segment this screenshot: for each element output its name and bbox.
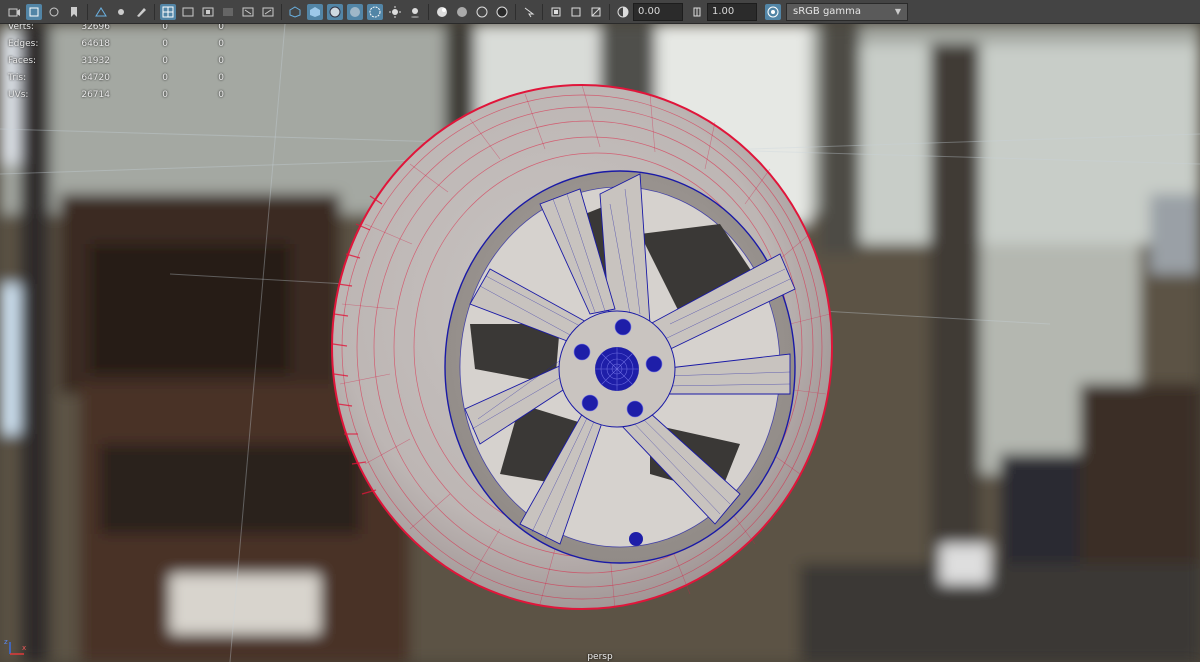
hud-value: 0 xyxy=(162,56,168,66)
hud-label: Faces: xyxy=(8,56,37,66)
hud-label: UVs: xyxy=(8,90,29,100)
select-camera-icon[interactable] xyxy=(6,4,22,20)
exposure-icon[interactable] xyxy=(615,4,631,20)
grease-pencil-icon[interactable] xyxy=(113,4,129,20)
hud-value: 0 xyxy=(218,39,224,49)
aa-icon[interactable] xyxy=(474,4,490,20)
toolbar-divider xyxy=(87,3,88,20)
lights-icon[interactable] xyxy=(387,4,403,20)
xray-icon[interactable] xyxy=(367,3,383,20)
hud-value: 64618 xyxy=(81,39,110,49)
hud-value: 0 xyxy=(162,73,168,83)
chevron-down-icon: ▼ xyxy=(894,6,901,16)
toolbar-divider xyxy=(542,3,543,20)
bookmark-icon[interactable] xyxy=(66,4,82,20)
poly-count-hud: Verts: 32696 0 0 Edges: 64618 0 0 Faces:… xyxy=(0,24,260,114)
hud-row-edges: Edges: 64618 0 0 xyxy=(0,39,260,53)
camera-attr-icon[interactable] xyxy=(26,3,42,20)
isolate-select-icon[interactable] xyxy=(521,4,537,20)
hud-value: 0 xyxy=(162,90,168,100)
hud-label: Tris: xyxy=(8,73,27,83)
exposure-field[interactable]: 0.00 xyxy=(633,2,683,21)
toolbar-divider xyxy=(515,3,516,20)
colorspace-icon[interactable] xyxy=(765,3,781,20)
bookmark-camera-icon[interactable] xyxy=(46,4,62,20)
wireframe-on-shaded-icon[interactable] xyxy=(327,3,343,20)
resolution-gate-icon[interactable] xyxy=(200,4,216,20)
backface-icon[interactable] xyxy=(588,4,604,20)
xray-joints-icon[interactable] xyxy=(548,4,564,20)
toolbar-divider xyxy=(154,3,155,20)
hud-value: 0 xyxy=(218,56,224,66)
toolbar-divider xyxy=(609,3,610,20)
image-plane-icon[interactable] xyxy=(93,4,109,20)
axis-x-label: x xyxy=(22,644,26,652)
pencil-icon[interactable] xyxy=(133,4,149,20)
hud-row-uvs: UVs: 26714 0 0 xyxy=(0,90,260,104)
dof-icon[interactable] xyxy=(494,4,510,20)
hub-cap-wires xyxy=(595,347,639,391)
hud-value: 0 xyxy=(218,73,224,83)
wireframe-icon[interactable] xyxy=(287,4,303,20)
hud-value: 26714 xyxy=(81,90,110,100)
grid-icon[interactable] xyxy=(160,3,176,20)
camera-name-label: persp xyxy=(587,652,613,662)
valve-stem xyxy=(629,532,643,546)
toolbar-divider xyxy=(281,3,282,20)
hud-label: Verts: xyxy=(8,24,34,32)
motion-blur-icon[interactable] xyxy=(454,4,470,20)
hud-value: 0 xyxy=(218,90,224,100)
hud-row-verts: Verts: 32696 0 0 xyxy=(0,24,260,36)
scene-canvas xyxy=(0,24,1200,662)
shadows-icon[interactable] xyxy=(407,4,423,20)
axis-z-label: z xyxy=(4,638,8,646)
color-space-dropdown[interactable]: sRGB gamma ▼ xyxy=(786,2,908,21)
smooth-shade-icon[interactable] xyxy=(307,3,323,20)
hud-value: 64720 xyxy=(81,73,110,83)
textured-icon[interactable] xyxy=(347,3,363,20)
viewport-toolbar: 0.00 1.00 sRGB gamma ▼ xyxy=(0,0,1200,24)
hud-row-faces: Faces: 31932 0 0 xyxy=(0,56,260,70)
toolbar-divider xyxy=(428,3,429,20)
hud-value: 32696 xyxy=(81,24,110,32)
hud-label: Edges: xyxy=(8,39,39,49)
ambient-occlusion-icon[interactable] xyxy=(434,4,450,20)
hud-row-tris: Tris: 64720 0 0 xyxy=(0,73,260,87)
persp-viewport[interactable]: Verts: 32696 0 0 Edges: 64618 0 0 Faces:… xyxy=(0,24,1200,662)
field-chart-icon[interactable] xyxy=(240,4,256,20)
hud-value: 0 xyxy=(162,24,168,32)
color-space-value: sRGB gamma xyxy=(793,5,862,17)
hud-value: 31932 xyxy=(81,56,110,66)
xray-active-icon[interactable] xyxy=(568,4,584,20)
gate-mask-icon[interactable] xyxy=(220,4,236,20)
hud-value: 0 xyxy=(218,24,224,32)
film-gate-icon[interactable] xyxy=(180,4,196,20)
gamma-field[interactable]: 1.00 xyxy=(707,2,757,21)
wheel-model[interactable] xyxy=(331,84,833,610)
safe-action-icon[interactable] xyxy=(260,4,276,20)
hud-value: 0 xyxy=(162,39,168,49)
gamma-icon[interactable] xyxy=(689,4,705,20)
